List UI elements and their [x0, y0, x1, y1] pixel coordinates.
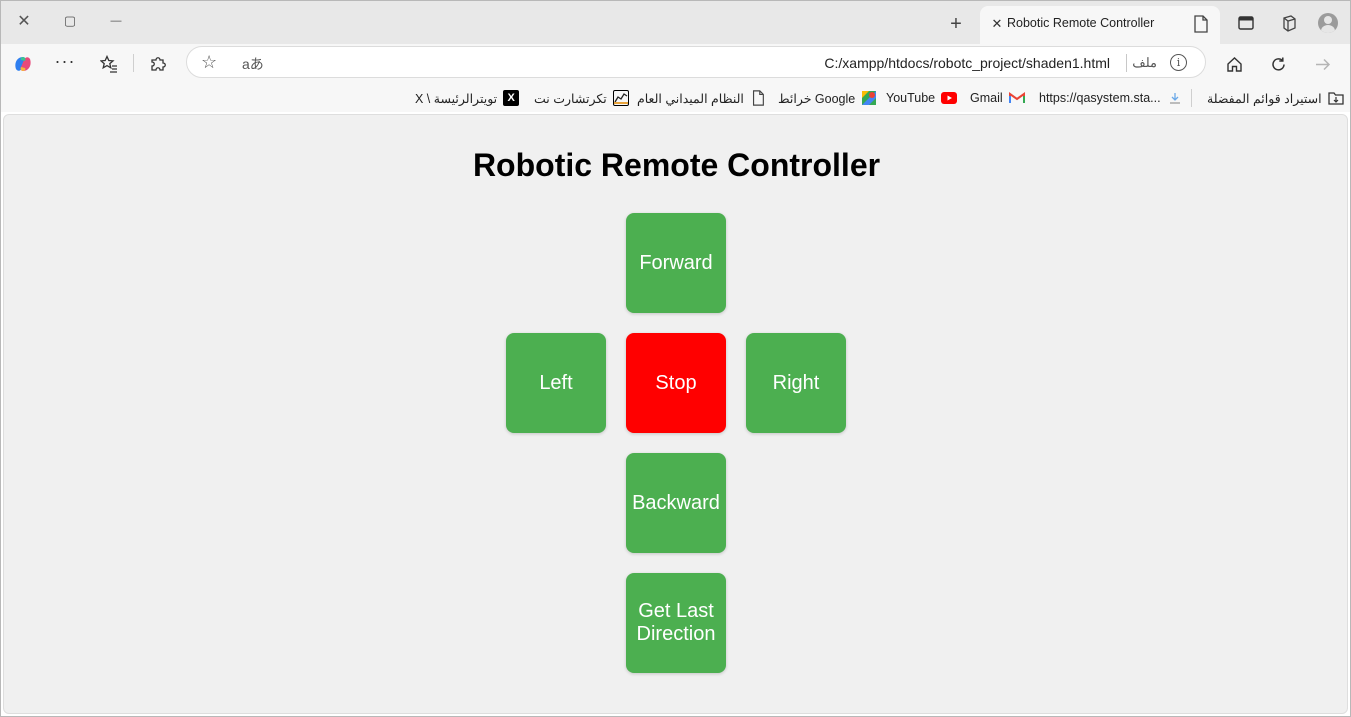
- import-icon: [1327, 92, 1344, 105]
- backward-button[interactable]: Backward: [626, 453, 726, 553]
- extensions-button[interactable]: [144, 50, 172, 78]
- download-icon: [1169, 93, 1180, 104]
- bookmark-label: YouTube: [886, 91, 936, 105]
- page-icon: [752, 90, 764, 106]
- window-close-button[interactable]: ✕: [9, 8, 39, 34]
- bookmark-item[interactable]: https://qasystem.sta...: [1039, 89, 1183, 107]
- bookmark-label: استيراد قوائم المفضلة: [1207, 91, 1322, 106]
- avatar: [1318, 13, 1338, 33]
- toolbar-divider: [133, 54, 134, 72]
- import-favorites-item[interactable]: استيراد قوائم المفضلة: [1207, 89, 1344, 107]
- url-divider: [1126, 54, 1127, 72]
- file-scheme-label: ملف: [1132, 55, 1157, 70]
- more-icon: ···: [54, 50, 76, 71]
- add-favorite-star-icon[interactable]: ☆: [201, 52, 217, 73]
- more-menu-button[interactable]: ···: [51, 50, 79, 78]
- favorites-bar: X \ تويترالرئيسة X تكرتشارت نت النظام ال…: [0, 84, 1351, 112]
- bookmark-label: تكرتشارت نت: [534, 91, 607, 106]
- profile-button[interactable]: [1317, 12, 1339, 34]
- bookmark-item[interactable]: YouTube: [886, 89, 958, 107]
- page-viewport: Robotic Remote Controller Forward Left S…: [3, 114, 1348, 714]
- refresh-button[interactable]: [1264, 50, 1292, 78]
- collections-button[interactable]: [1277, 12, 1299, 34]
- close-icon: ✕: [991, 16, 1003, 31]
- minimize-icon: —: [110, 15, 122, 27]
- site-info-icon[interactable]: i: [1170, 54, 1187, 71]
- plus-icon: +: [950, 12, 962, 35]
- tab-close-button[interactable]: ✕: [988, 15, 1006, 33]
- forward-nav-button[interactable]: [1308, 50, 1336, 78]
- page-title: Robotic Remote Controller: [472, 147, 881, 183]
- bookmark-label: خرائط Google: [778, 91, 856, 106]
- copilot-button[interactable]: [9, 50, 37, 78]
- youtube-icon: [941, 92, 958, 104]
- bookmark-label: Gmail: [970, 91, 1003, 105]
- refresh-icon: [1271, 57, 1285, 71]
- tab-active[interactable]: ✕ Robotic Remote Controller: [980, 6, 1220, 44]
- x-logo-icon: X: [503, 90, 520, 106]
- stop-button[interactable]: Stop: [626, 333, 726, 433]
- favorites-button[interactable]: [95, 50, 123, 78]
- new-tab-button[interactable]: +: [944, 12, 968, 36]
- window-minimize-button[interactable]: —: [101, 8, 131, 34]
- bookmark-item[interactable]: النظام الميداني العام: [637, 89, 766, 107]
- bookmark-label: النظام الميداني العام: [637, 91, 744, 106]
- gmail-icon: [1008, 92, 1025, 103]
- maximize-icon: ▢: [63, 13, 77, 28]
- left-button[interactable]: Left: [506, 333, 606, 433]
- arrow-right-icon: [1315, 58, 1330, 70]
- home-icon: [1226, 56, 1242, 72]
- bookmark-item[interactable]: Gmail: [970, 89, 1025, 107]
- split-screen-icon: [1238, 16, 1254, 30]
- page-icon: [1194, 15, 1208, 33]
- bookmark-item[interactable]: X \ تويترالرئيسة X: [415, 89, 520, 107]
- tab-strip: ✕ ▢ — + ✕ Robotic Remote Controller: [0, 0, 1351, 44]
- close-icon: ✕: [17, 13, 31, 30]
- puzzle-icon: [151, 57, 166, 71]
- get-last-direction-button[interactable]: Get Last Direction: [626, 573, 726, 673]
- maps-icon: [862, 91, 877, 105]
- favorites-list-icon: [100, 55, 117, 73]
- toolbar: ··· ☆ aあ C:/xampp/htdocs/robotc_project/…: [0, 44, 1351, 84]
- window-maximize-button[interactable]: ▢: [55, 8, 85, 34]
- bookmark-item[interactable]: خرائط Google: [778, 89, 877, 107]
- bookmark-label: https://qasystem.sta...: [1039, 91, 1161, 105]
- bookmarks-divider: [1191, 89, 1192, 107]
- split-screen-button[interactable]: [1235, 12, 1257, 34]
- chart-icon: [612, 90, 629, 106]
- right-button[interactable]: Right: [746, 333, 846, 433]
- tab-title: Robotic Remote Controller: [1007, 16, 1155, 30]
- collections-icon: [1282, 14, 1296, 32]
- read-aloud-button[interactable]: aあ: [242, 54, 264, 74]
- url-text[interactable]: C:/xampp/htdocs/robotc_project/shaden1.h…: [824, 55, 1110, 71]
- address-bar[interactable]: ☆ aあ C:/xampp/htdocs/robotc_project/shad…: [186, 46, 1206, 78]
- bookmark-label: X \ تويترالرئيسة: [415, 91, 498, 106]
- bookmark-item[interactable]: تكرتشارت نت: [534, 89, 629, 107]
- forward-button[interactable]: Forward: [626, 213, 726, 313]
- copilot-icon: [15, 57, 31, 71]
- home-button[interactable]: [1220, 50, 1248, 78]
